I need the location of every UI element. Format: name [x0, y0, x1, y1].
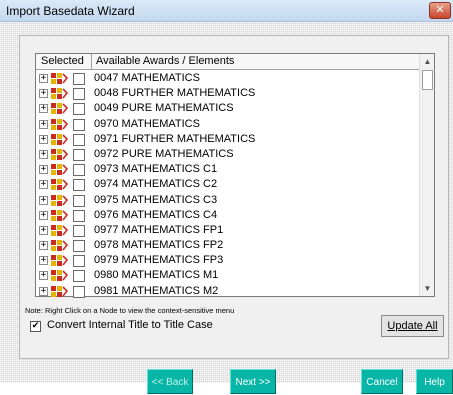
award-node-icon	[51, 103, 68, 115]
convert-title-checkbox[interactable]: ✔	[30, 321, 41, 332]
award-label: 0970 MATHEMATICS	[94, 117, 200, 130]
title-bar: Import Basedata Wizard ✕	[0, 0, 453, 22]
scroll-up-icon[interactable]: ▲	[420, 54, 435, 69]
close-icon: ✕	[435, 4, 445, 16]
expand-icon[interactable]: +	[39, 271, 48, 281]
expand-icon[interactable]: +	[39, 195, 48, 205]
award-label: 0976 MATHEMATICS C4	[94, 208, 218, 221]
list-item[interactable]: +0974 MATHEMATICS C2	[36, 177, 420, 192]
select-checkbox[interactable]	[73, 194, 85, 207]
award-label: 0980 MATHEMATICS M1	[94, 269, 219, 282]
expand-icon[interactable]: +	[39, 74, 48, 83]
award-node-icon	[51, 209, 68, 221]
expand-icon[interactable]: +	[39, 241, 48, 251]
expand-icon[interactable]: +	[39, 89, 48, 99]
award-label: 0975 MATHEMATICS C3	[94, 193, 218, 206]
list-item[interactable]: +0048 FURTHER MATHEMATICS	[36, 86, 420, 101]
expand-icon[interactable]: +	[39, 104, 48, 114]
award-node-icon	[51, 73, 68, 84]
window-title: Import Basedata Wizard	[6, 4, 135, 18]
list-header: Selected Available Awards / Elements	[36, 54, 420, 70]
select-checkbox[interactable]	[73, 285, 85, 298]
award-label: 0978 MATHEMATICS FP2	[94, 239, 224, 252]
award-node-icon	[51, 164, 68, 176]
list-item[interactable]: +0980 MATHEMATICS M1	[36, 268, 420, 283]
select-checkbox[interactable]	[73, 179, 85, 192]
expand-icon[interactable]: +	[39, 180, 48, 190]
select-checkbox[interactable]	[73, 240, 85, 253]
content-panel: Selected Available Awards / Elements +00…	[19, 35, 449, 359]
select-checkbox[interactable]	[73, 118, 85, 131]
back-button[interactable]: << Back	[147, 369, 193, 394]
award-label: 0973 MATHEMATICS C1	[94, 163, 218, 176]
help-button[interactable]: Help	[416, 369, 453, 394]
list-rows: +0047 MATHEMATICS +0048 FURTHER MATHEMATI…	[36, 71, 420, 299]
select-checkbox[interactable]	[73, 103, 85, 116]
select-checkbox[interactable]	[73, 255, 85, 268]
award-node-icon	[51, 285, 68, 297]
select-checkbox[interactable]	[73, 148, 85, 161]
award-label: 0047 MATHEMATICS	[94, 72, 200, 84]
select-checkbox[interactable]	[73, 88, 85, 101]
expand-icon[interactable]: +	[39, 210, 48, 220]
award-node-icon	[51, 133, 68, 145]
expand-icon[interactable]: +	[39, 134, 48, 144]
award-node-icon	[51, 194, 68, 206]
list-item[interactable]: +0970 MATHEMATICS	[36, 117, 420, 132]
award-node-icon	[51, 118, 68, 130]
award-label: 0979 MATHEMATICS FP3	[94, 254, 224, 267]
list-item[interactable]: +0979 MATHEMATICS FP3	[36, 253, 420, 268]
column-header-selected[interactable]: Selected	[36, 54, 92, 70]
context-menu-note: Note: Right Click on a Node to view the …	[25, 306, 235, 315]
update-all-button[interactable]: Update All	[381, 315, 444, 337]
checkmark-icon: ✔	[31, 321, 40, 331]
award-node-icon	[51, 179, 68, 191]
expand-icon[interactable]: +	[39, 165, 48, 175]
column-header-awards[interactable]: Available Awards / Elements	[93, 54, 234, 70]
award-label: 0977 MATHEMATICS FP1	[94, 223, 224, 236]
list-item[interactable]: +0975 MATHEMATICS C3	[36, 193, 420, 208]
awards-tree-list[interactable]: Selected Available Awards / Elements +00…	[35, 53, 435, 299]
scroll-down-icon[interactable]: ▼	[420, 281, 435, 296]
award-label: 0974 MATHEMATICS C2	[94, 178, 218, 191]
award-node-icon	[51, 148, 68, 160]
list-item[interactable]: +0981 MATHEMATICS M2	[36, 284, 420, 299]
scroll-thumb[interactable]	[422, 70, 433, 90]
expand-icon[interactable]: +	[39, 119, 48, 129]
wizard-body: Selected Available Awards / Elements +00…	[0, 22, 453, 394]
convert-title-label[interactable]: Convert Internal Title to Title Case	[47, 319, 213, 331]
select-checkbox[interactable]	[73, 209, 85, 222]
select-checkbox[interactable]	[73, 164, 85, 177]
list-item[interactable]: +0047 MATHEMATICS	[36, 71, 420, 86]
award-node-icon	[51, 270, 68, 282]
expand-icon[interactable]: +	[39, 149, 48, 159]
award-node-icon	[51, 224, 68, 236]
list-item[interactable]: +0977 MATHEMATICS FP1	[36, 223, 420, 238]
award-label: 0981 MATHEMATICS M2	[94, 284, 219, 297]
select-checkbox[interactable]	[73, 73, 85, 85]
expand-icon[interactable]: +	[39, 256, 48, 266]
list-item[interactable]: +0976 MATHEMATICS C4	[36, 208, 420, 223]
select-checkbox[interactable]	[73, 133, 85, 146]
award-label: 0049 PURE MATHEMATICS	[94, 102, 234, 115]
list-item[interactable]: +0049 PURE MATHEMATICS	[36, 101, 420, 116]
award-node-icon	[51, 255, 68, 267]
list-item[interactable]: +0973 MATHEMATICS C1	[36, 162, 420, 177]
vertical-scrollbar[interactable]: ▲ ▼	[419, 54, 434, 296]
select-checkbox[interactable]	[73, 270, 85, 283]
list-item[interactable]: +0971 FURTHER MATHEMATICS	[36, 132, 420, 147]
award-label: 0048 FURTHER MATHEMATICS	[94, 87, 256, 100]
expand-icon[interactable]: +	[39, 225, 48, 235]
expand-icon[interactable]: +	[39, 286, 48, 296]
award-label: 0972 PURE MATHEMATICS	[94, 147, 234, 160]
award-node-icon	[51, 88, 68, 100]
close-button[interactable]: ✕	[429, 2, 451, 19]
list-item[interactable]: +0978 MATHEMATICS FP2	[36, 238, 420, 253]
select-checkbox[interactable]	[73, 224, 85, 237]
award-label: 0971 FURTHER MATHEMATICS	[94, 132, 256, 145]
next-button[interactable]: Next >>	[230, 369, 276, 394]
award-node-icon	[51, 240, 68, 252]
list-item[interactable]: +0972 PURE MATHEMATICS	[36, 147, 420, 162]
cancel-button[interactable]: Cancel	[361, 369, 403, 394]
